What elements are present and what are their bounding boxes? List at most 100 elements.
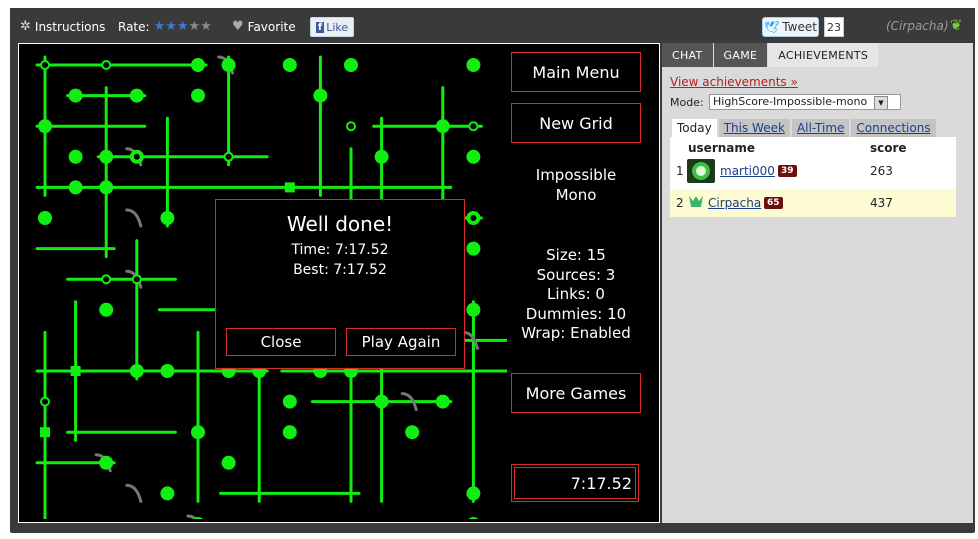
endpoint-node[interactable] xyxy=(466,149,481,164)
stat-size: Size: 15 xyxy=(546,246,606,264)
mode-label: Mode: xyxy=(670,96,704,109)
endpoint-node[interactable] xyxy=(282,425,297,440)
favorite-button[interactable]: ♥ Favorite xyxy=(232,19,296,34)
source-node[interactable] xyxy=(70,366,81,376)
tab-today[interactable]: Today xyxy=(672,119,717,137)
avatar[interactable] xyxy=(687,159,715,183)
facebook-like-button[interactable]: f Like xyxy=(310,17,354,37)
endpoint-node[interactable] xyxy=(160,486,175,501)
endpoint-node[interactable] xyxy=(129,88,144,103)
new-grid-button[interactable]: New Grid xyxy=(511,103,641,143)
endpoint-node[interactable] xyxy=(191,88,205,103)
close-button[interactable]: Close xyxy=(226,328,336,356)
score-value: 263 xyxy=(870,164,893,178)
view-achievements-link[interactable]: View achievements » xyxy=(670,75,798,89)
username-link[interactable]: marti000 xyxy=(720,164,775,178)
endpoint-node[interactable] xyxy=(466,486,481,501)
star-icon[interactable]: ★ xyxy=(154,19,166,34)
source-node[interactable] xyxy=(284,182,295,193)
column-score: score xyxy=(870,141,907,155)
endpoint-node[interactable] xyxy=(313,88,328,103)
junction-node[interactable] xyxy=(223,151,234,162)
endpoint-node[interactable] xyxy=(68,88,83,103)
rating: Rate: ★★★★★ xyxy=(118,19,212,34)
endpoint-node[interactable] xyxy=(466,58,481,72)
junction-node[interactable] xyxy=(101,274,112,285)
endpoint-node[interactable] xyxy=(344,58,358,72)
endpoint-node[interactable] xyxy=(191,425,205,440)
junction-node[interactable] xyxy=(346,121,356,132)
more-games-button[interactable]: More Games xyxy=(511,373,641,413)
junction-node[interactable] xyxy=(40,396,50,407)
endpoint-node[interactable] xyxy=(129,364,144,378)
endpoint-node[interactable] xyxy=(99,149,114,164)
endpoint-node[interactable] xyxy=(99,180,114,195)
endpoint-node[interactable] xyxy=(466,302,481,317)
junction-node[interactable] xyxy=(131,274,142,285)
endpoint-node[interactable] xyxy=(435,119,450,134)
star-icon[interactable]: ★ xyxy=(200,19,212,34)
endpoint-node[interactable] xyxy=(405,425,420,440)
dummy-pipe[interactable] xyxy=(125,208,143,228)
endpoint-node[interactable] xyxy=(160,211,175,225)
junction-node[interactable] xyxy=(131,151,142,162)
junction-node[interactable] xyxy=(468,121,479,132)
dialog-time: Time: 7:17.52 xyxy=(291,242,389,258)
source-node[interactable] xyxy=(40,427,50,438)
tweet-count: 23 xyxy=(824,17,844,37)
dropdown-arrow-icon[interactable]: ▼ xyxy=(874,96,888,109)
endpoint-node[interactable] xyxy=(282,394,297,409)
rating-stars[interactable]: ★★★★★ xyxy=(154,19,212,34)
tab-all-time[interactable]: All-Time xyxy=(791,119,850,137)
main-menu-button[interactable]: Main Menu xyxy=(511,52,641,92)
endpoint-node[interactable] xyxy=(221,455,236,470)
play-again-button[interactable]: Play Again xyxy=(346,328,456,356)
stat-wrap: Wrap: Enabled xyxy=(521,324,631,342)
endpoint-node[interactable] xyxy=(99,302,114,317)
star-icon[interactable]: ★ xyxy=(189,19,201,34)
username-link[interactable]: Cirpacha xyxy=(708,196,761,210)
score-value: 437 xyxy=(870,196,893,210)
dialog-best: Best: 7:17.52 xyxy=(293,262,387,278)
junction-node[interactable] xyxy=(40,60,50,70)
mode-select[interactable]: HighScore-Impossible-mono ▼ xyxy=(709,94,901,110)
twitter-bird-icon: 🕊 xyxy=(764,20,780,34)
stat-sources: Sources: 3 xyxy=(536,265,616,284)
well-done-dialog: Well done! Time: 7:17.52 Best: 7:17.52 C… xyxy=(215,199,465,369)
junction-node[interactable] xyxy=(101,60,112,70)
facebook-icon: f xyxy=(315,21,325,33)
endpoint-node[interactable] xyxy=(221,58,236,72)
tab-connections[interactable]: Connections xyxy=(851,119,936,137)
endpoint-node[interactable] xyxy=(466,241,481,256)
tweet-button[interactable]: 🕊 Tweet xyxy=(762,17,819,37)
endpoint-node[interactable] xyxy=(191,58,205,72)
tab-this-week[interactable]: This Week xyxy=(718,119,790,137)
sidebar: CHAT GAME ACHIEVEMENTS View achievements… xyxy=(662,43,973,523)
endpoint-node[interactable] xyxy=(282,58,297,72)
dummy-pipe[interactable] xyxy=(125,483,143,503)
tab-game[interactable]: GAME xyxy=(713,43,768,67)
instructions-icon: ✲ xyxy=(20,19,31,34)
endpoint-node[interactable] xyxy=(160,364,175,378)
endpoint-node[interactable] xyxy=(435,394,450,409)
endpoint-node[interactable] xyxy=(466,517,480,519)
endpoint-node[interactable] xyxy=(374,394,389,409)
junction-node[interactable] xyxy=(468,213,479,223)
endpoint-node[interactable] xyxy=(99,455,114,470)
game-area: Main Menu New Grid Impossible Mono Size:… xyxy=(18,43,660,523)
tab-chat[interactable]: CHAT xyxy=(662,43,713,67)
tab-achievements[interactable]: ACHIEVEMENTS xyxy=(768,43,879,67)
endpoint-node[interactable] xyxy=(374,149,389,164)
endpoint-node[interactable] xyxy=(68,149,83,164)
table-row: 1 marti000 39 263 xyxy=(670,157,956,185)
endpoint-node[interactable] xyxy=(68,180,83,195)
level-badge: 65 xyxy=(764,197,783,209)
endpoint-node[interactable] xyxy=(38,211,52,225)
leaderboard: username score 1 marti000 39 263 2 Cirpa… xyxy=(670,137,956,217)
avatar[interactable] xyxy=(687,193,705,211)
current-user[interactable]: (Cirpacha) xyxy=(886,19,949,33)
star-icon[interactable]: ★ xyxy=(165,19,177,34)
instructions-link[interactable]: ✲ Instructions xyxy=(20,19,105,34)
star-icon[interactable]: ★ xyxy=(177,19,189,34)
endpoint-node[interactable] xyxy=(38,119,52,134)
